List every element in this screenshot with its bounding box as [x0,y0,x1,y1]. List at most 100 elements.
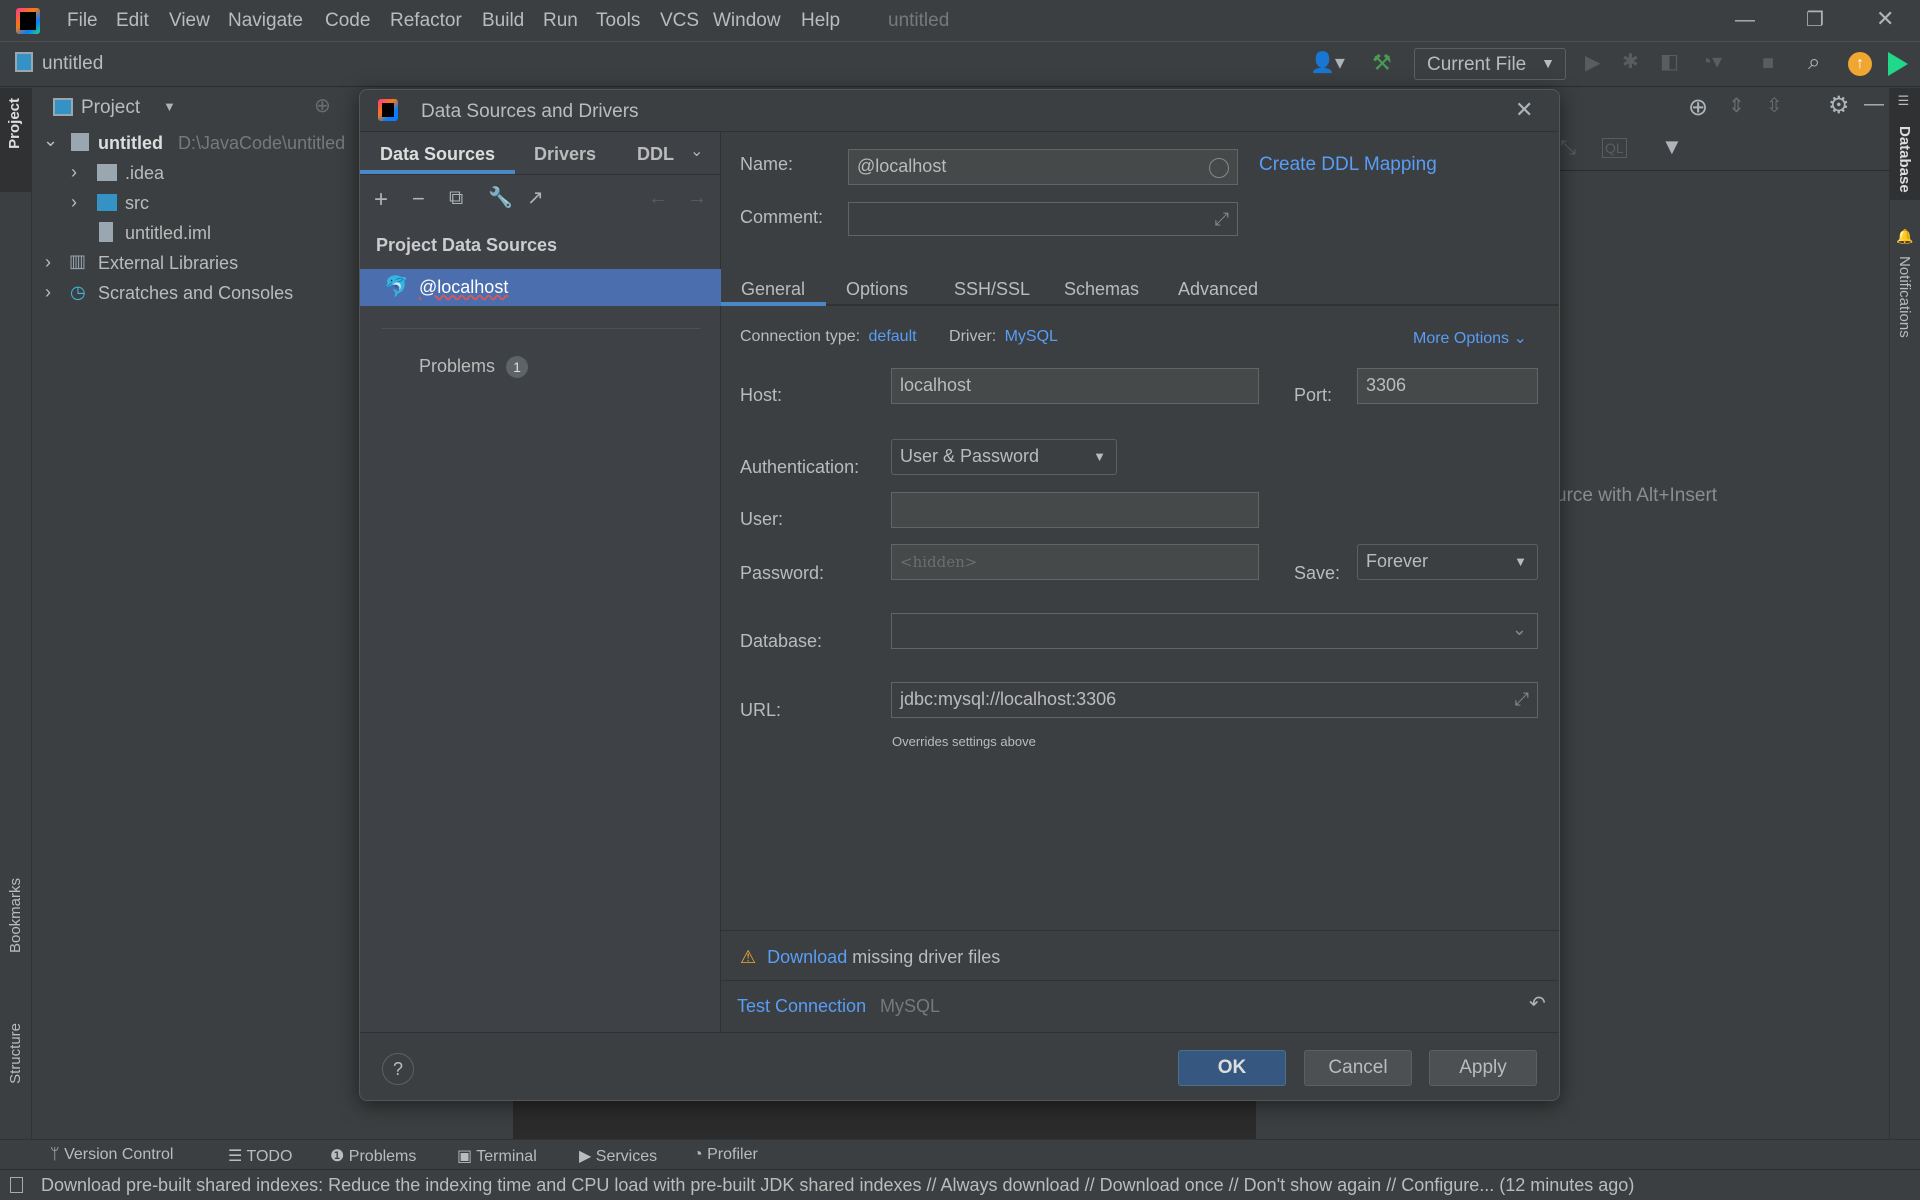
chevron-right-icon: › [45,252,51,272]
chevron-down-icon[interactable]: ▼ [163,100,176,113]
comment-input[interactable]: ⤢ [848,202,1238,236]
structure-tool-tab[interactable]: Structure [7,1023,24,1084]
tab-drivers[interactable]: Drivers [534,144,596,165]
port-input[interactable]: 3306 [1357,368,1538,404]
close-window-icon[interactable]: ✕ [1876,8,1894,30]
menu-view[interactable]: View [169,10,210,32]
add-icon[interactable]: + [374,188,388,212]
debug-icon[interactable]: ✱ [1622,52,1639,72]
revert-icon[interactable]: ↶ [1529,994,1546,1014]
authentication-select[interactable]: User & Password ▼ [891,439,1117,475]
menu-edit[interactable]: Edit [116,10,149,32]
menu-tools[interactable]: Tools [596,10,640,32]
tab-services[interactable]: ▶ Services [579,1146,657,1166]
tab-schemas[interactable]: Schemas [1064,279,1139,300]
project-view-title[interactable]: Project [81,97,140,119]
project-name-breadcrumb[interactable]: untitled [42,53,103,75]
password-input[interactable]: <hidden> [891,544,1259,580]
project-tool-tab[interactable]: Project [0,88,32,192]
search-icon[interactable]: ⌕ [1808,51,1820,73]
status-message[interactable]: Download pre-built shared indexes: Reduc… [41,1175,1634,1196]
download-driver-link[interactable]: Download [767,947,847,967]
tab-problems[interactable]: ❶ Problems [330,1146,416,1166]
minimize-icon[interactable]: — [1735,10,1755,30]
ql-console-icon[interactable]: QL [1602,138,1627,158]
save-select[interactable]: Forever ▼ [1357,544,1538,580]
vcs-branch-icon: ᛘ [50,1146,60,1163]
host-input[interactable]: localhost [891,368,1259,404]
test-connection-link[interactable]: Test Connection [737,996,866,1017]
cancel-button[interactable]: Cancel [1304,1050,1412,1086]
locate-icon[interactable]: ⊕ [1688,96,1708,120]
ok-button[interactable]: OK [1178,1050,1286,1086]
toolbox-icon[interactable] [1888,52,1908,76]
profile-icon[interactable]: ◔▾ [1700,52,1722,72]
build-hammer-icon[interactable]: ⚒ [1372,52,1392,74]
tab-general[interactable]: General [741,279,805,300]
jump-to-icon[interactable]: ↗ [527,188,544,208]
database-tool-tab[interactable]: ☰ Database [1890,88,1920,200]
forward-arrow-icon[interactable]: → [687,188,707,208]
gear-icon[interactable]: ⚙ [1828,94,1850,118]
run-icon[interactable]: ▶ [1585,53,1600,73]
empty-hint: urce with Alt+Insert [1556,485,1718,506]
color-circle-icon[interactable] [1209,158,1229,178]
menu-file[interactable]: File [67,10,98,32]
form-tabs: General Options SSH/SSL Schemas Advanced [721,262,1559,306]
update-icon[interactable]: ↑ [1848,52,1872,76]
filter-icon[interactable]: ▼ [1661,136,1683,158]
menu-run[interactable]: Run [543,10,578,32]
tab-version-control[interactable]: ᛘ Version Control [50,1146,173,1164]
menu-window[interactable]: Window [713,10,781,32]
expand-all-icon[interactable]: ⇕ [1728,96,1745,116]
url-input[interactable]: jdbc:mysql://localhost:3306 ⤢ [891,682,1538,718]
tab-terminal[interactable]: ▣ Terminal [457,1146,537,1166]
tab-profiler[interactable]: ◔ Profiler [693,1146,758,1164]
collapse-all-icon[interactable]: ⇳ [1766,96,1783,116]
remove-icon[interactable]: − [412,188,425,210]
tab-advanced[interactable]: Advanced [1178,279,1258,300]
create-ddl-mapping-link[interactable]: Create DDL Mapping [1259,154,1437,176]
tab-todo[interactable]: ☰ TODO [228,1146,292,1166]
tab-label: TODO [246,1148,293,1165]
bookmarks-tool-tab[interactable]: Bookmarks [7,878,24,953]
database-select[interactable]: ⌄ [891,613,1538,649]
menu-code[interactable]: Code [325,10,370,32]
user-icon[interactable]: 👤▾ [1310,53,1345,73]
duplicate-icon[interactable]: ⧉ [449,188,463,208]
coverage-icon[interactable]: ◧ [1660,52,1679,72]
expand-icon[interactable]: ⤢ [1515,689,1529,710]
chevron-down-icon[interactable]: ⌄ [690,144,703,160]
menu-vcs[interactable]: VCS [660,10,699,32]
data-source-item-localhost[interactable]: 🐬 @localhost [360,269,721,306]
menu-help[interactable]: Help [801,10,840,32]
tab-ssh-ssl[interactable]: SSH/SSL [954,279,1030,300]
back-arrow-icon[interactable]: ← [648,188,668,208]
expand-icon[interactable]: ⤢ [1215,209,1229,230]
tab-ddl[interactable]: DDL [637,144,674,165]
more-options-link[interactable]: More Options ⌄ [1413,328,1527,348]
problems-item[interactable]: Problems 1 [419,356,529,378]
tab-data-sources[interactable]: Data Sources [380,144,495,165]
hide-panel-icon[interactable]: — [1864,94,1884,114]
menu-refactor[interactable]: Refactor [390,10,462,32]
menu-build[interactable]: Build [482,10,524,32]
help-button[interactable]: ? [382,1053,414,1085]
apply-button[interactable]: Apply [1429,1050,1537,1086]
close-dialog-icon[interactable]: ✕ [1515,99,1533,121]
user-input[interactable] [891,492,1259,528]
name-input[interactable]: @localhost [848,149,1238,185]
test-driver-label: MySQL [880,996,941,1016]
menu-navigate[interactable]: Navigate [228,10,303,32]
tab-options[interactable]: Options [846,279,908,300]
run-config-select[interactable]: Current File ▼ [1414,48,1566,80]
wrench-icon[interactable]: 🔧 [488,188,513,208]
locate-icon[interactable]: ⊕ [314,96,331,116]
stop-icon[interactable]: ■ [1762,53,1774,73]
status-toggle-icon[interactable] [10,1177,23,1193]
connection-type-link[interactable]: default [869,328,917,345]
driver-link[interactable]: MySQL [1005,328,1058,345]
jump-icon[interactable]: ⤡ [1560,138,1576,158]
restore-icon[interactable]: ❐ [1806,10,1824,30]
tree-label: untitled.iml [125,223,212,243]
